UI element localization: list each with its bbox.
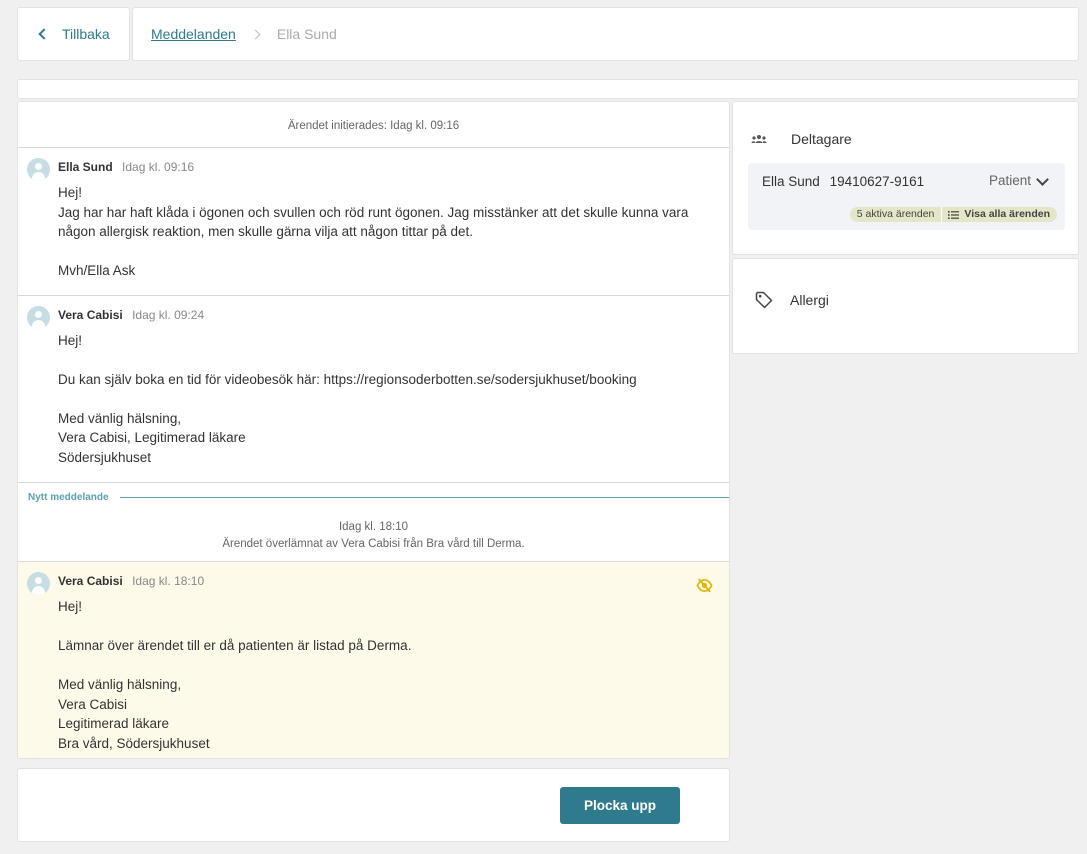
avatar: [27, 305, 50, 329]
message-author: Vera Cabisi: [58, 307, 123, 322]
message-time: Idag kl. 18:10: [132, 574, 205, 588]
handover-time: Idag kl. 18:10: [338, 521, 409, 533]
participant-personal-id: 19410627-9161: [829, 174, 925, 189]
new-message-label: Nytt meddelande: [28, 492, 109, 503]
initiated-note: Ärendet initierades: Idag kl. 09:16: [18, 102, 729, 148]
tag-label: Allergi: [790, 292, 829, 308]
pick-up-button[interactable]: Plocka upp: [560, 787, 680, 824]
message: Ella Sund Idag kl. 09:16 Hej! Jag har ha…: [18, 148, 729, 296]
show-all-cases-label: Visa alla ärenden: [964, 208, 1050, 220]
list-icon: [948, 210, 960, 219]
back-button[interactable]: Tillbaka: [17, 7, 130, 61]
eye-off-icon[interactable]: [696, 578, 713, 598]
message-time: Idag kl. 09:24: [132, 307, 205, 322]
participant-name: Ella Sund: [762, 174, 820, 189]
chevron-down-icon[interactable]: [1036, 173, 1049, 186]
breadcrumb: Meddelanden Ella Sund: [132, 7, 1079, 61]
back-label: Tillbaka: [62, 26, 110, 42]
group-icon: [751, 135, 767, 143]
message-body: Hej! Lämnar över ärendet till er då pati…: [58, 599, 412, 751]
chevron-right-icon: [250, 29, 261, 39]
tag-item[interactable]: Allergi: [755, 291, 829, 309]
chevron-left-icon: [38, 28, 50, 40]
avatar: [27, 158, 50, 181]
action-bar: Plocka upp: [17, 768, 730, 842]
active-cases-count: 5 aktiva ärenden: [850, 207, 943, 222]
breadcrumb-messages-link[interactable]: Meddelanden: [151, 26, 236, 42]
breadcrumb-current: Ella Sund: [276, 26, 337, 42]
new-message: Vera Cabisi Idag kl. 18:10 Hej! Lämnar ö…: [18, 562, 729, 758]
participants-title: Deltagare: [791, 131, 852, 147]
message-author: Vera Cabisi: [58, 574, 123, 588]
handover-text: Ärendet överlämnat av Vera Cabisi från B…: [222, 538, 525, 550]
participants-panel: Deltagare Ella Sund 19410627-9161 Patien…: [732, 101, 1079, 255]
message-body: Hej! Du kan själv boka en tid för videob…: [58, 332, 637, 465]
new-message-divider: Nytt meddelande: [18, 489, 729, 511]
handover-note: Idag kl. 18:10 Ärendet överlämnat av Ver…: [18, 511, 729, 562]
participant-row[interactable]: Ella Sund 19410627-9161 Patient 5 aktiva…: [748, 163, 1065, 230]
message-body: Hej! Jag har har haft klåda i ögonen och…: [58, 185, 689, 278]
conversation-panel[interactable]: Ärendet initierades: Idag kl. 09:16 Ella…: [17, 101, 730, 759]
show-all-cases-button[interactable]: Visa alla ärenden: [942, 207, 1057, 222]
message-author: Ella Sund: [58, 160, 113, 174]
info-bar: [17, 79, 1079, 99]
tag-icon: [755, 291, 773, 309]
cases-pill: 5 aktiva ärenden Visa alla ärenden: [849, 207, 1057, 222]
participant-role: Patient: [988, 173, 1031, 188]
message-time: Idag kl. 09:16: [122, 160, 195, 174]
divider-line: [120, 497, 729, 498]
tags-panel: Allergi: [732, 258, 1079, 354]
message: Vera Cabisi Idag kl. 09:24 Hej! Du kan s…: [18, 296, 729, 483]
avatar: [27, 572, 50, 595]
